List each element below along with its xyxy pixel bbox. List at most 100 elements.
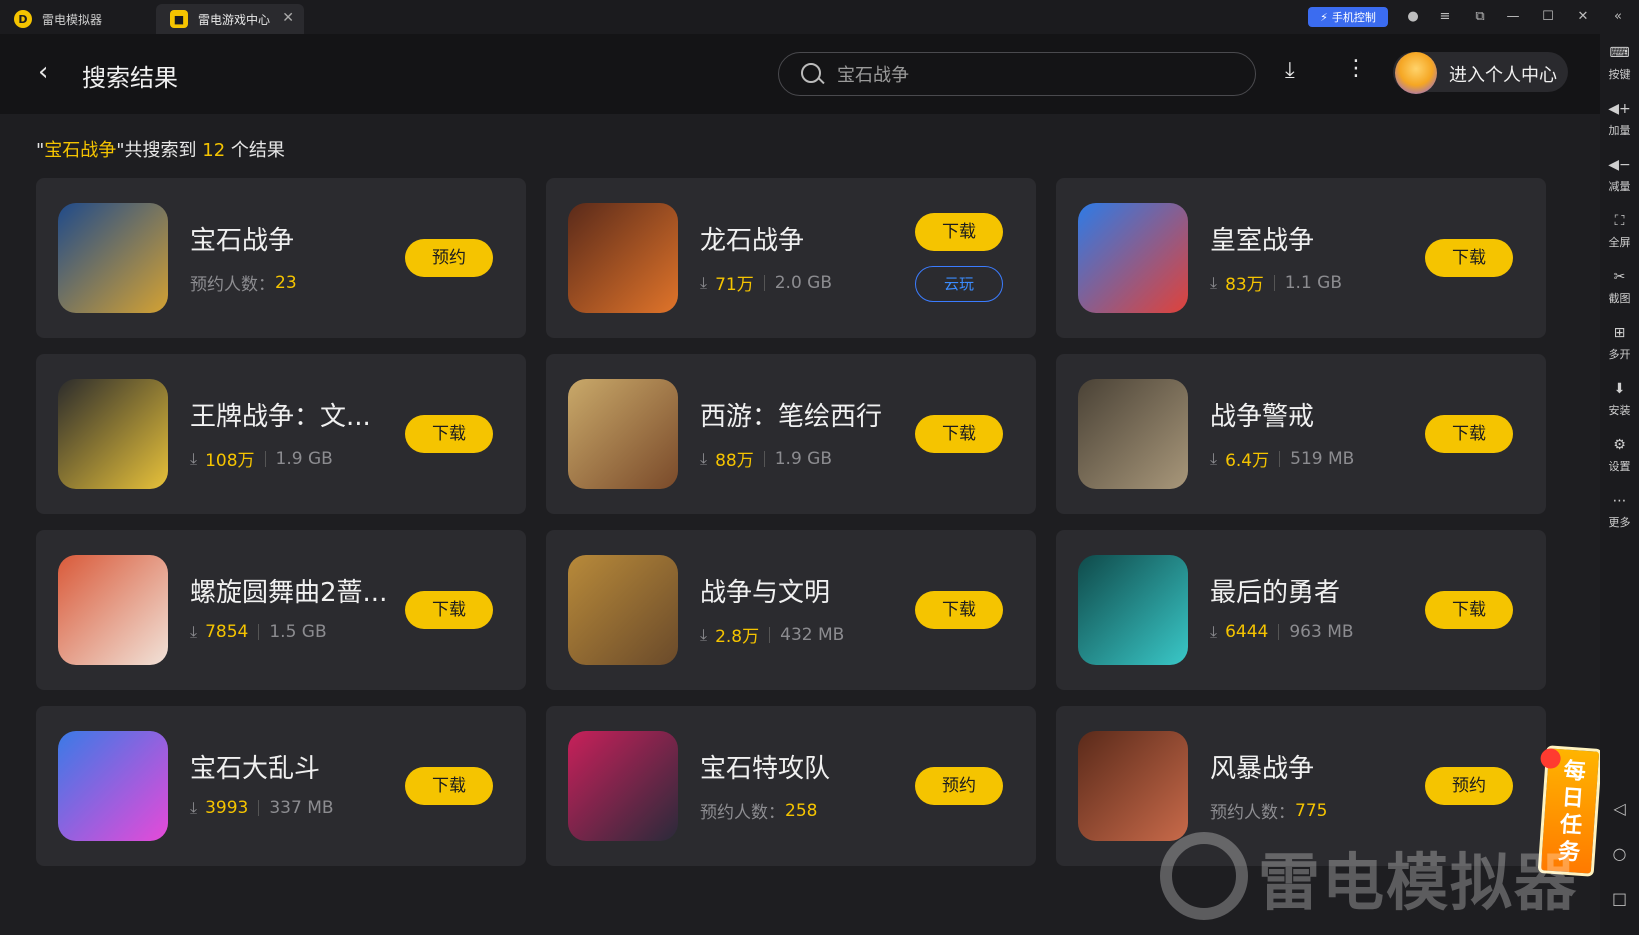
- toolbar-item[interactable]: ⚙ 设置: [1600, 436, 1639, 474]
- game-card[interactable]: 王牌战争：文... ⤓ 108万 1.9 GB 下载: [36, 354, 526, 514]
- game-card[interactable]: 宝石战争 预约人数： 23 预约: [36, 178, 526, 338]
- android-recent-icon[interactable]: □: [1600, 889, 1639, 908]
- game-name[interactable]: 皇室战争: [1210, 220, 1314, 257]
- minimize-icon[interactable]: —: [1503, 7, 1523, 27]
- toolbar-item[interactable]: ⋯ 更多: [1600, 492, 1639, 530]
- game-name[interactable]: 宝石特攻队: [700, 748, 830, 785]
- file-size: 337 MB: [269, 798, 334, 818]
- search-bar[interactable]: [778, 52, 1256, 96]
- close-tab-icon[interactable]: ✕: [282, 10, 294, 26]
- download-manager-icon[interactable]: ⤓: [1285, 58, 1295, 83]
- game-icon[interactable]: [1078, 731, 1188, 841]
- game-name[interactable]: 宝石大乱斗: [190, 748, 320, 785]
- download-button[interactable]: 下载: [405, 767, 493, 805]
- download-count-icon: ⤓: [1210, 272, 1218, 292]
- game-icon[interactable]: [1078, 555, 1188, 665]
- game-name[interactable]: 宝石战争: [190, 220, 294, 257]
- apk-install-icon: ⬇: [1613, 381, 1626, 397]
- download-count-icon: ⤓: [190, 798, 198, 817]
- game-icon[interactable]: [568, 731, 678, 841]
- toolbar-item[interactable]: ⊞ 多开: [1600, 324, 1639, 362]
- game-card[interactable]: 皇室战争 ⤓ 83万 1.1 GB 下载: [1056, 178, 1546, 338]
- tab-game-center[interactable]: ■ 雷电游戏中心 ✕: [156, 4, 304, 34]
- profile-center-button[interactable]: 进入个人中心: [1393, 52, 1568, 94]
- game-card[interactable]: 西游：笔绘西行 ⤓ 88万 1.9 GB 下载: [546, 354, 1036, 514]
- close-window-icon[interactable]: ✕: [1573, 7, 1593, 27]
- lightning-icon: ⚡: [1320, 10, 1328, 24]
- cloud-play-button[interactable]: 云玩: [915, 266, 1003, 302]
- user-avatar-icon[interactable]: ●: [1403, 7, 1423, 27]
- meta-divider: [769, 626, 771, 643]
- game-meta: ⤓ 83万 1.1 GB: [1210, 270, 1342, 296]
- reserve-button[interactable]: 预约: [405, 239, 493, 277]
- game-name[interactable]: 西游：笔绘西行: [700, 396, 882, 433]
- tab-label: 雷电模拟器: [42, 12, 103, 27]
- toolbar-item[interactable]: ⌨ 按键: [1600, 44, 1639, 82]
- download-button[interactable]: 下载: [1425, 239, 1513, 277]
- game-name[interactable]: 风暴战争: [1210, 748, 1314, 785]
- toolbar-item[interactable]: ◀− 减量: [1600, 156, 1639, 194]
- game-icon[interactable]: [1078, 203, 1188, 313]
- reserve-button[interactable]: 预约: [915, 767, 1003, 805]
- toolbar-item[interactable]: ⬇ 安装: [1600, 380, 1639, 418]
- game-meta: ⤓ 71万 2.0 GB: [700, 270, 832, 296]
- watermark-text: 雷电模拟器: [1258, 846, 1579, 919]
- download-count: 6444: [1225, 622, 1269, 642]
- game-card[interactable]: 螺旋圆舞曲2蔷... ⤓ 7854 1.5 GB 下载: [36, 530, 526, 690]
- download-count: 3993: [205, 798, 249, 818]
- tab-emulator[interactable]: D 雷电模拟器: [0, 4, 150, 34]
- page-title: 搜索结果: [82, 64, 178, 92]
- phone-control-label: 手机控制: [1331, 11, 1376, 24]
- game-card[interactable]: 战争与文明 ⤓ 2.8万 432 MB 下载: [546, 530, 1036, 690]
- reserve-button[interactable]: 预约: [1425, 767, 1513, 805]
- download-button[interactable]: 下载: [1425, 415, 1513, 453]
- file-size: 1.9 GB: [275, 448, 333, 469]
- download-button[interactable]: 下载: [405, 415, 493, 453]
- game-icon[interactable]: [58, 555, 168, 665]
- search-input[interactable]: [837, 62, 1237, 86]
- more-options-icon[interactable]: ⋮: [1345, 56, 1367, 81]
- download-button[interactable]: 下载: [915, 415, 1003, 453]
- game-icon[interactable]: [58, 379, 168, 489]
- maximize-icon[interactable]: ☐: [1538, 7, 1558, 27]
- game-name[interactable]: 战争警戒: [1210, 396, 1314, 433]
- game-name[interactable]: 龙石战争: [700, 220, 804, 257]
- game-icon[interactable]: [58, 203, 168, 313]
- game-card[interactable]: 龙石战争 ⤓ 71万 2.0 GB 下载云玩: [546, 178, 1036, 338]
- menu-icon[interactable]: ≡: [1435, 7, 1455, 27]
- android-home-icon[interactable]: ○: [1600, 844, 1639, 863]
- game-name[interactable]: 王牌战争：文...: [190, 396, 371, 433]
- game-icon[interactable]: [568, 379, 678, 489]
- game-icon[interactable]: [1078, 379, 1188, 489]
- meta-divider: [264, 450, 266, 467]
- game-icon[interactable]: [568, 203, 678, 313]
- back-arrow-icon[interactable]: ‹: [38, 59, 48, 85]
- game-card[interactable]: 战争警戒 ⤓ 6.4万 519 MB 下载: [1056, 354, 1546, 514]
- toolbar-item[interactable]: ◀+ 加量: [1600, 100, 1639, 138]
- download-button[interactable]: 下载: [915, 591, 1003, 629]
- collapse-sidebar-icon[interactable]: «: [1608, 7, 1628, 27]
- game-name[interactable]: 最后的勇者: [1210, 572, 1340, 609]
- game-card[interactable]: 宝石大乱斗 ⤓ 3993 337 MB 下载: [36, 706, 526, 866]
- android-back-icon[interactable]: ◁: [1600, 799, 1639, 818]
- phone-control-button[interactable]: ⚡ 手机控制: [1308, 7, 1388, 27]
- toolbar-item[interactable]: ✂ 截图: [1600, 268, 1639, 306]
- toolbar-item[interactable]: ⛶ 全屏: [1600, 212, 1639, 250]
- fullscreen-icon: ⛶: [1614, 213, 1625, 229]
- game-icon[interactable]: [568, 555, 678, 665]
- restore-window-icon[interactable]: ⧉: [1470, 7, 1490, 27]
- toolbar-item-label: 多开: [1608, 348, 1631, 361]
- game-name[interactable]: 战争与文明: [700, 572, 830, 609]
- download-button[interactable]: 下载: [405, 591, 493, 629]
- page-header: ‹ 搜索结果 ⤓ ⋮ 进入个人中心: [0, 34, 1600, 114]
- download-button[interactable]: 下载: [915, 213, 1003, 251]
- download-button[interactable]: 下载: [1425, 591, 1513, 629]
- download-count: 83万: [1225, 275, 1264, 295]
- meta-divider: [1273, 274, 1275, 291]
- game-icon[interactable]: [58, 731, 168, 841]
- tab-label: 雷电游戏中心: [198, 12, 271, 27]
- game-card[interactable]: 最后的勇者 ⤓ 6444 963 MB 下载: [1056, 530, 1546, 690]
- game-name[interactable]: 螺旋圆舞曲2蔷...: [190, 572, 387, 609]
- reserve-label: 预约人数：: [190, 275, 275, 295]
- game-card[interactable]: 宝石特攻队 预约人数： 258 预约: [546, 706, 1036, 866]
